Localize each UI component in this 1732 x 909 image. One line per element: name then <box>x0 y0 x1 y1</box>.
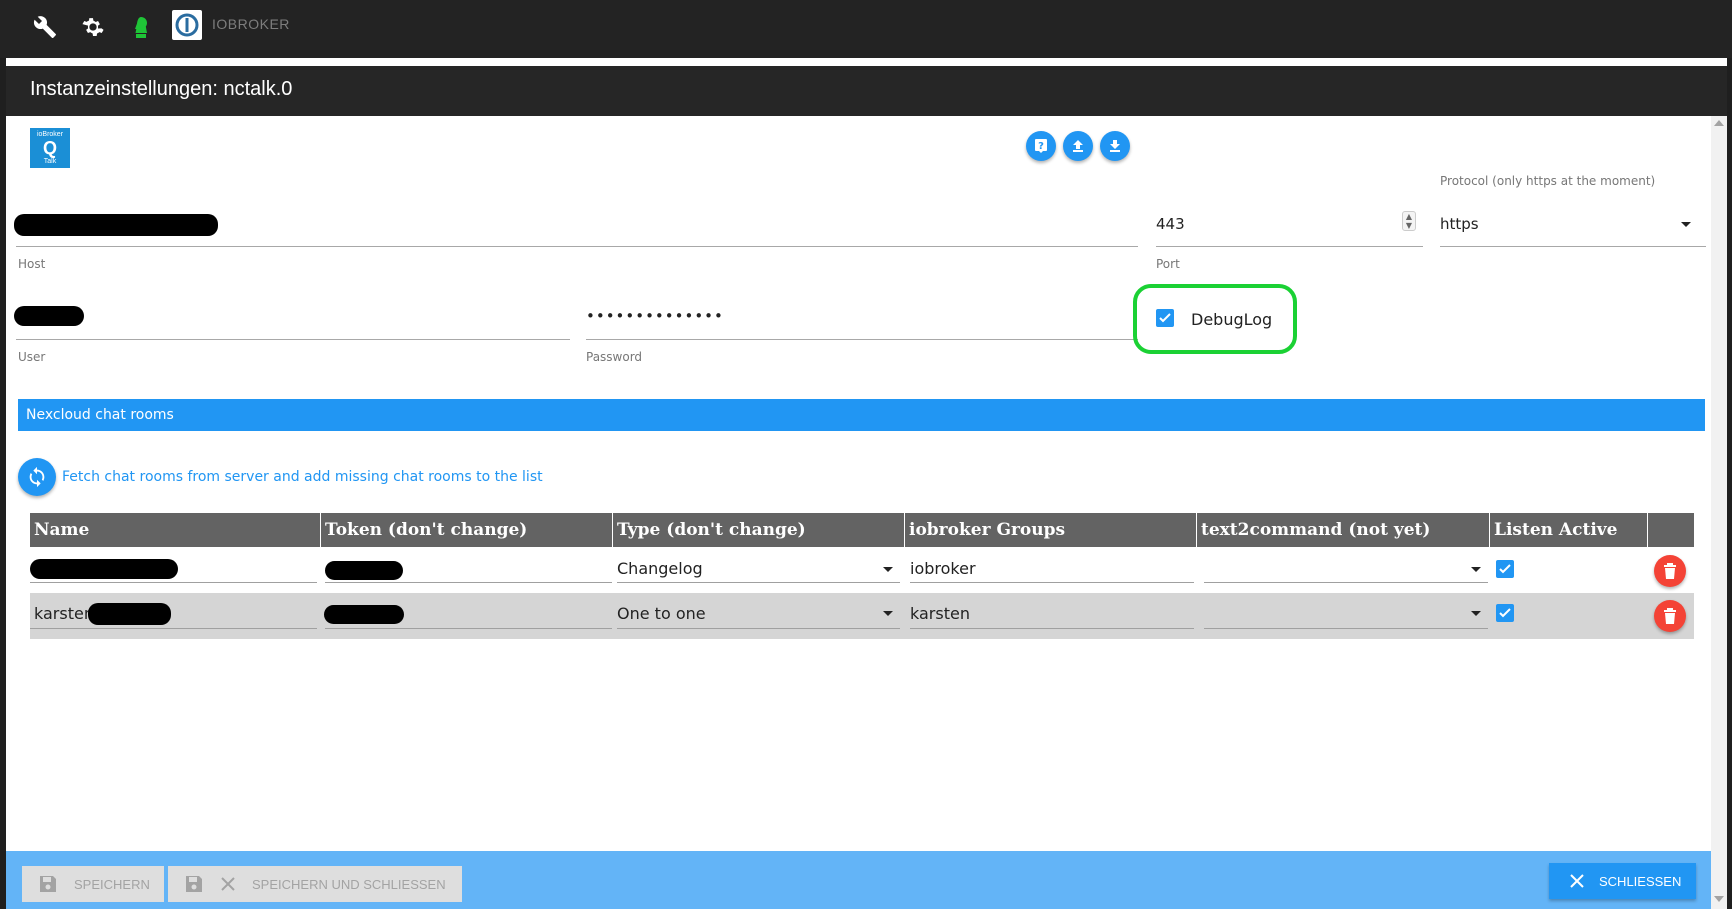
section-header: Nexcloud chat rooms <box>18 399 1705 431</box>
col-text2command: text2command (not yet) <box>1197 513 1490 547</box>
port-input[interactable]: 443 <box>1156 215 1185 233</box>
chevron-down-icon[interactable] <box>1471 567 1481 572</box>
section-title: Nexcloud chat rooms <box>26 407 174 423</box>
wrench-icon[interactable] <box>32 14 58 40</box>
save-icon <box>40 876 56 892</box>
row-groups-input[interactable]: karsten <box>910 604 970 623</box>
row-groups-input[interactable]: iobroker <box>910 559 976 578</box>
save-and-close-label: SPEICHERN UND SCHLIESSEN <box>252 876 446 892</box>
row-name-redacted <box>88 603 171 625</box>
port-spinner-icon[interactable]: ▲ ▼ <box>1402 211 1416 231</box>
col-token: Token (don't change) <box>321 513 613 547</box>
col-type: Type (don't change) <box>613 513 905 547</box>
help-button[interactable]: ? <box>1026 131 1056 161</box>
app-brand: IOBROKER <box>212 16 290 32</box>
delete-row-button[interactable] <box>1654 600 1686 632</box>
protocol-select[interactable]: https <box>1440 215 1479 233</box>
chevron-down-icon[interactable] <box>1471 611 1481 616</box>
table-row: Changelog iobroker <box>30 547 1694 593</box>
password-label: Password <box>586 350 643 364</box>
save-button[interactable]: SPEICHERN <box>22 866 164 902</box>
iobroker-logo[interactable] <box>172 10 202 40</box>
close-button[interactable]: SCHLIESSEN <box>1549 863 1696 899</box>
checkmark-icon <box>1499 564 1511 574</box>
upload-icon <box>1073 140 1083 152</box>
fetch-chatrooms-label[interactable]: Fetch chat rooms from server and add mis… <box>62 469 543 485</box>
chevron-down-icon[interactable] <box>883 567 893 572</box>
chevron-down-icon[interactable] <box>1681 222 1691 227</box>
chevron-down-icon[interactable] <box>883 611 893 616</box>
trash-icon <box>1664 608 1676 624</box>
table-header: Name Token (don't change) Type (don't ch… <box>30 513 1694 547</box>
row-type-select[interactable]: Changelog <box>617 559 703 578</box>
close-label: SCHLIESSEN <box>1599 873 1682 889</box>
dialog-title: Instanzeinstellungen: nctalk.0 <box>30 78 293 100</box>
col-groups: iobroker Groups <box>905 513 1197 547</box>
checkmark-icon <box>1159 313 1171 323</box>
close-icon <box>1570 874 1584 888</box>
host-input[interactable] <box>16 246 1138 247</box>
row-token-redacted <box>325 561 403 580</box>
user-icon[interactable] <box>128 14 154 40</box>
download-button[interactable] <box>1100 131 1130 161</box>
host-label: Host <box>18 257 46 271</box>
user-input[interactable] <box>16 339 570 340</box>
scroll-up-arrow-icon[interactable] <box>1714 120 1724 126</box>
save-label: SPEICHERN <box>74 876 150 892</box>
fetch-chatrooms-button[interactable] <box>18 458 56 496</box>
svg-text:?: ? <box>1038 141 1044 152</box>
upload-button[interactable] <box>1063 131 1093 161</box>
debuglog-checkbox[interactable] <box>1156 309 1174 327</box>
port-label: Port <box>1156 257 1180 271</box>
instance-settings-dialog: Instanzeinstellungen: nctalk.0 ioBroker … <box>6 58 1727 909</box>
row-name-redacted <box>30 559 178 579</box>
checkmark-icon <box>1499 608 1511 618</box>
scrollbar[interactable] <box>1711 116 1727 909</box>
user-value-redacted <box>14 306 84 326</box>
table-row: karsten_ One to one karsten <box>30 593 1694 639</box>
app-toolbar: IOBROKER <box>0 0 1732 58</box>
download-icon <box>1110 140 1120 152</box>
save-icon <box>186 876 202 892</box>
delete-row-button[interactable] <box>1654 555 1686 587</box>
help-icon: ? <box>1035 139 1047 153</box>
trash-icon <box>1664 563 1676 579</box>
close-icon <box>221 877 235 891</box>
row-text2command-select[interactable] <box>1204 582 1488 583</box>
col-listen-active: Listen Active <box>1490 513 1648 547</box>
row-listen-active-checkbox[interactable] <box>1496 604 1514 622</box>
password-input[interactable]: •••••••••••••• <box>586 307 724 325</box>
settings-icon[interactable] <box>80 14 106 40</box>
row-type-select[interactable]: One to one <box>617 604 706 623</box>
host-value-redacted <box>14 214 218 236</box>
col-name: Name <box>30 513 321 547</box>
row-token-redacted <box>324 605 404 624</box>
user-label: User <box>18 350 46 364</box>
protocol-label: Protocol (only https at the moment) <box>1440 174 1656 188</box>
dialog-header: Instanzeinstellungen: nctalk.0 <box>6 66 1727 116</box>
row-token-input[interactable] <box>325 582 612 583</box>
row-text2command-select[interactable] <box>1204 628 1488 629</box>
save-and-close-button[interactable]: SPEICHERN UND SCHLIESSEN <box>168 866 462 902</box>
row-listen-active-checkbox[interactable] <box>1496 560 1514 578</box>
row-token-input[interactable] <box>325 628 612 629</box>
refresh-icon <box>29 466 45 488</box>
debuglog-label: DebugLog <box>1191 310 1273 329</box>
row-name-input[interactable] <box>30 582 317 583</box>
adapter-logo: ioBroker Q Talk <box>30 128 70 168</box>
scroll-down-arrow-icon[interactable] <box>1714 896 1724 902</box>
